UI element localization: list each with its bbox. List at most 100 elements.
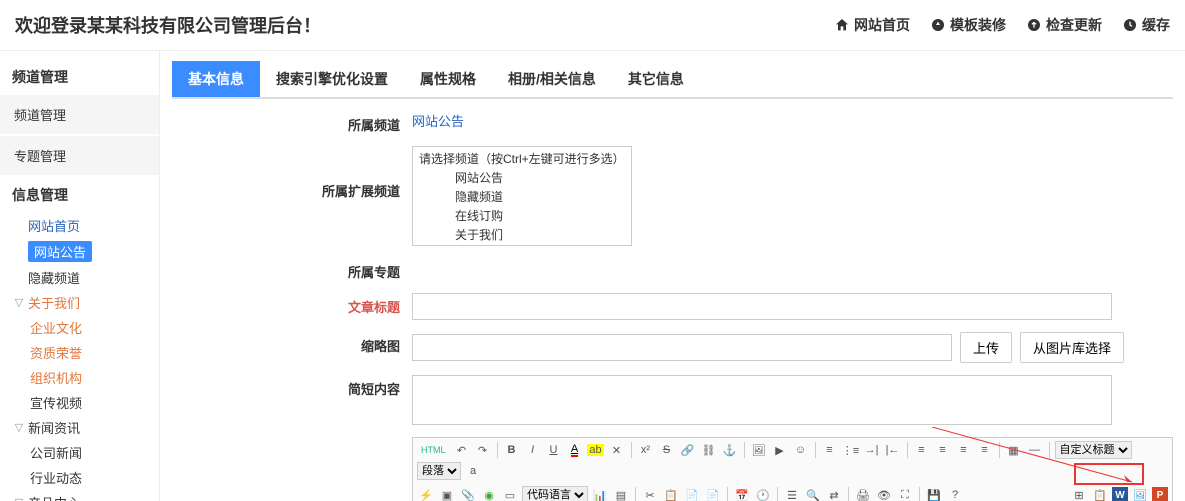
copy-icon[interactable]: 📋	[662, 486, 680, 501]
italic-icon[interactable]: I	[524, 441, 542, 459]
date-icon[interactable]: 📅	[733, 486, 751, 501]
content-area: 基本信息 搜索引擎优化设置 属性规格 相册/相关信息 其它信息 所属频道 网站公…	[160, 51, 1185, 501]
toggle-icon[interactable]: ▽	[12, 496, 26, 501]
emoji-icon[interactable]: ☺	[792, 441, 810, 459]
hr-icon[interactable]: —	[1026, 441, 1044, 459]
select-option[interactable]: 关于我们	[415, 225, 629, 244]
align-justify-icon[interactable]: ≡	[976, 441, 994, 459]
paragraph-select[interactable]: 段落	[417, 462, 461, 480]
paste-icon[interactable]: 📄	[683, 486, 701, 501]
outdent-icon[interactable]: |←	[884, 441, 902, 459]
fullscreen-icon[interactable]: ⛶	[896, 486, 914, 501]
replace-icon[interactable]: ⇄	[825, 486, 843, 501]
tree-honor[interactable]: 资质荣誉	[26, 340, 159, 365]
ext-channel-select[interactable]: 请选择频道（按Ctrl+左键可进行多选） 网站公告 隐藏频道 在线订购 关于我们…	[412, 146, 632, 246]
select-option[interactable]: ├企业文化	[415, 244, 629, 246]
code-lang-select[interactable]: 代码语言	[522, 486, 588, 501]
select-option[interactable]: 隐藏频道	[415, 187, 629, 206]
tree-company-news[interactable]: 公司新闻	[26, 440, 159, 465]
draft-icon[interactable]: 💾	[925, 486, 943, 501]
brief-textarea[interactable]	[412, 375, 1112, 425]
select-option[interactable]: 网站公告	[415, 168, 629, 187]
undo-icon[interactable]: ↶	[453, 441, 471, 459]
tree-about[interactable]: ▽关于我们	[8, 290, 159, 315]
frame-icon[interactable]: ▭	[501, 486, 519, 501]
eraser-icon[interactable]: ✕	[608, 441, 626, 459]
ol-icon[interactable]: ≡	[821, 441, 839, 459]
toggle-icon[interactable]: ▽	[12, 296, 26, 309]
align-center-icon[interactable]: ≡	[934, 441, 952, 459]
flash-icon[interactable]: ⚡	[417, 486, 435, 501]
search-icon[interactable]: 🔍	[804, 486, 822, 501]
cut-icon[interactable]: ✂	[641, 486, 659, 501]
select-hint: 请选择频道（按Ctrl+左键可进行多选）	[415, 149, 629, 168]
row-thumb: 缩略图 上传 从图片库选择	[172, 332, 1173, 363]
time-icon[interactable]: 🕐	[754, 486, 772, 501]
word-icon[interactable]: W	[1112, 487, 1128, 501]
tree-org[interactable]: 组织机构	[26, 365, 159, 390]
sidebar-channel-title: 频道管理	[0, 59, 159, 95]
font-color-icon[interactable]: A	[566, 441, 584, 459]
tab-album[interactable]: 相册/相关信息	[492, 61, 612, 97]
tree-home[interactable]: 网站首页	[8, 213, 159, 238]
tree-product[interactable]: ▽产品中心	[8, 490, 159, 501]
ul-icon[interactable]: ⋮≡	[842, 441, 860, 459]
channel-link[interactable]: 网站公告	[412, 114, 464, 129]
wordpaster-icon[interactable]: 📋	[1091, 486, 1109, 501]
nav-home[interactable]: 网站首页	[834, 15, 910, 35]
toggle-icon[interactable]: ▽	[12, 421, 26, 434]
template-insert-icon[interactable]: ▤	[612, 486, 630, 501]
upload-button[interactable]: 上传	[960, 332, 1012, 363]
ppt-icon[interactable]: P	[1152, 487, 1168, 501]
update-icon	[1026, 17, 1042, 33]
print-icon[interactable]: 🖨	[854, 486, 872, 501]
tab-attr[interactable]: 属性规格	[404, 61, 492, 97]
select-option[interactable]: 在线订购	[415, 206, 629, 225]
table-icon[interactable]: ▦	[1005, 441, 1023, 459]
chart-icon[interactable]: 📊	[591, 486, 609, 501]
tab-basic[interactable]: 基本信息	[172, 61, 260, 97]
redo-icon[interactable]: ↷	[474, 441, 492, 459]
title-input[interactable]	[412, 293, 1112, 320]
font-icon[interactable]: a	[464, 462, 482, 480]
tree-industry[interactable]: 行业动态	[26, 465, 159, 490]
tree-news[interactable]: ▽新闻资讯	[8, 415, 159, 440]
unlink-icon[interactable]: ⛓	[700, 441, 718, 459]
tree-culture[interactable]: 企业文化	[26, 315, 159, 340]
strikethrough-icon[interactable]: S	[658, 441, 676, 459]
tree-hidden[interactable]: 隐藏频道	[8, 265, 159, 290]
tab-seo[interactable]: 搜索引擎优化设置	[260, 61, 404, 97]
selectall-icon[interactable]: ☰	[783, 486, 801, 501]
tab-other[interactable]: 其它信息	[612, 61, 700, 97]
thumb-input[interactable]	[412, 334, 952, 361]
bg-color-icon[interactable]: ab	[587, 441, 605, 459]
tree-announce[interactable]: 网站公告	[8, 238, 159, 265]
media-icon[interactable]: ▣	[438, 486, 456, 501]
pagebreak-icon[interactable]: ⊞	[1070, 486, 1088, 501]
image-paste-icon[interactable]: 🖼	[1131, 486, 1149, 501]
align-left-icon[interactable]: ≡	[913, 441, 931, 459]
link-icon[interactable]: 🔗	[679, 441, 697, 459]
underline-icon[interactable]: U	[545, 441, 563, 459]
paste-text-icon[interactable]: 📄	[704, 486, 722, 501]
anchor-icon[interactable]: ⚓	[721, 441, 739, 459]
preview-icon[interactable]: 👁	[875, 486, 893, 501]
tree-video[interactable]: 宣传视频	[26, 390, 159, 415]
nav-cache[interactable]: 缓存	[1122, 15, 1170, 35]
sidebar-item-topic[interactable]: 专题管理	[0, 136, 159, 175]
bold-icon[interactable]: B	[503, 441, 521, 459]
map-icon[interactable]: ◉	[480, 486, 498, 501]
indent-icon[interactable]: →|	[863, 441, 881, 459]
attach-icon[interactable]: 📎	[459, 486, 477, 501]
superscript-icon[interactable]: x²	[637, 441, 655, 459]
sidebar-item-channel[interactable]: 频道管理	[0, 95, 159, 134]
nav-template[interactable]: 模板装修	[930, 15, 1006, 35]
nav-update[interactable]: 检查更新	[1026, 15, 1102, 35]
align-right-icon[interactable]: ≡	[955, 441, 973, 459]
image-icon[interactable]: 🖼	[750, 441, 768, 459]
custom-title-select[interactable]: 自定义标题	[1055, 441, 1132, 459]
html-source-button[interactable]: HTML	[417, 441, 450, 459]
gallery-button[interactable]: 从图片库选择	[1020, 332, 1124, 363]
video-icon[interactable]: ▶	[771, 441, 789, 459]
help-icon[interactable]: ?	[946, 486, 964, 501]
